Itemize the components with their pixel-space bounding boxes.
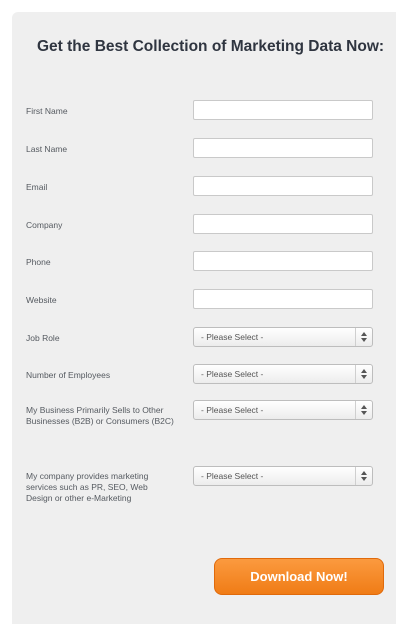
first-name-label: First Name: [26, 106, 68, 116]
phone-input[interactable]: [193, 251, 373, 271]
website-label: Website: [26, 295, 57, 305]
first-name-input[interactable]: [193, 100, 373, 120]
phone-label: Phone: [26, 257, 51, 267]
sells-to-select[interactable]: - Please Select -: [193, 400, 373, 420]
select-arrows-icon: [355, 328, 372, 346]
employees-select[interactable]: - Please Select -: [193, 364, 373, 384]
select-arrows-icon: [355, 467, 372, 485]
email-input[interactable]: [193, 176, 373, 196]
employees-select-value: - Please Select -: [201, 369, 264, 379]
job-role-label: Job Role: [26, 333, 60, 343]
download-now-button[interactable]: Download Now!: [214, 558, 384, 595]
job-role-select[interactable]: - Please Select -: [193, 327, 373, 347]
services-select[interactable]: - Please Select -: [193, 466, 373, 486]
services-label: My company provides marketing services s…: [26, 471, 149, 503]
company-label: Company: [26, 220, 63, 230]
select-arrows-icon: [355, 401, 372, 419]
last-name-input[interactable]: [193, 138, 373, 158]
employees-label: Number of Employees: [26, 370, 111, 380]
email-label: Email: [26, 182, 48, 192]
website-input[interactable]: [193, 289, 373, 309]
form-panel: Get the Best Collection of Marketing Dat…: [12, 12, 396, 624]
last-name-label: Last Name: [26, 144, 68, 154]
services-select-value: - Please Select -: [201, 471, 264, 481]
job-role-select-value: - Please Select -: [201, 332, 264, 342]
form-title: Get the Best Collection of Marketing Dat…: [37, 38, 385, 55]
select-arrows-icon: [355, 365, 372, 383]
sells-to-select-value: - Please Select -: [201, 405, 264, 415]
company-input[interactable]: [193, 214, 373, 234]
sells-to-label: My Business Primarily Sells to Other Bus…: [26, 405, 174, 426]
